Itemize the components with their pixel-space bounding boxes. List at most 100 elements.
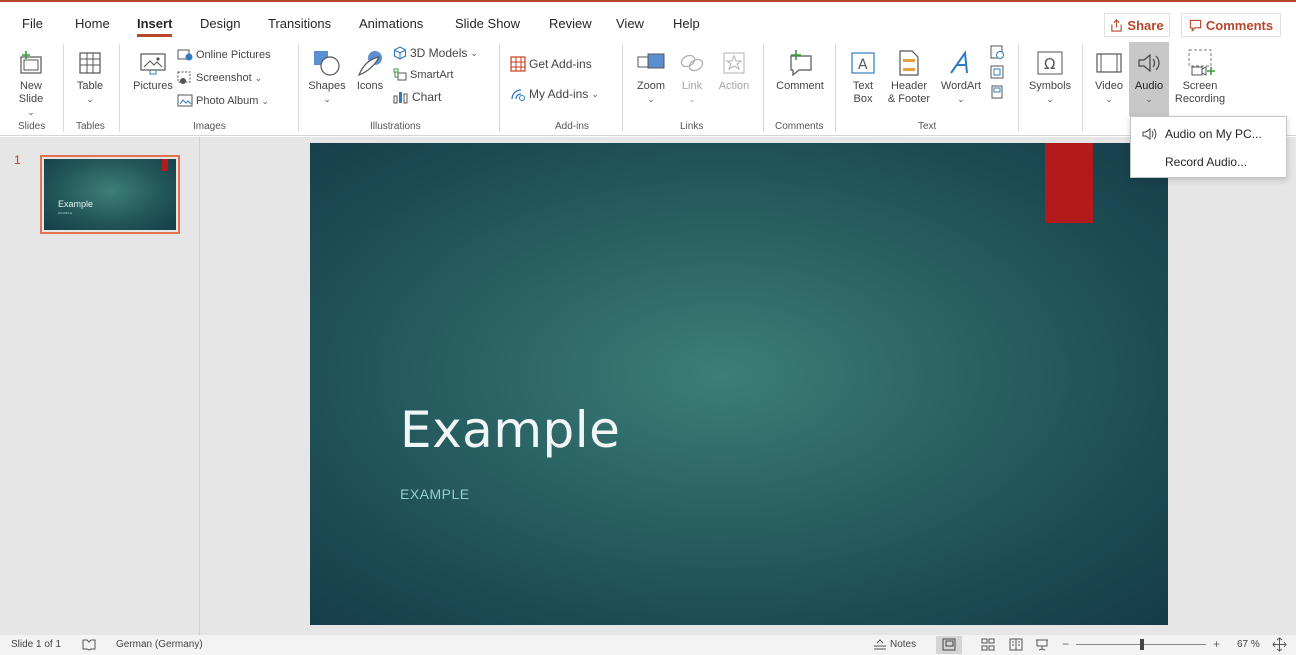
zoom-slider-thumb[interactable] (1140, 639, 1144, 650)
smartart-label: SmartArt (410, 68, 454, 81)
link-label: Link (681, 80, 703, 92)
new-slide-button[interactable]: New Slide ⌄ (14, 46, 48, 119)
chart-button[interactable]: Chart (393, 90, 441, 104)
my-addins-label: My Add-ins (529, 87, 589, 101)
thumbnail-number: 1 (14, 153, 21, 167)
audio-on-my-pc-item[interactable]: Audio on My PC... (1131, 121, 1286, 147)
slide-sorter-icon[interactable] (981, 638, 995, 651)
screen-recording-label: Screen (1182, 80, 1218, 92)
ribbon: New Slide ⌄ Slides Table ⌄ Tables Pictur… (0, 40, 1296, 136)
tab-view[interactable]: View (616, 16, 644, 31)
language-indicator[interactable]: German (Germany) (116, 639, 203, 650)
pictures-button[interactable]: Pictures (130, 46, 176, 93)
slide-subtitle[interactable]: EXAMPLE (400, 486, 470, 502)
store-icon (510, 56, 526, 72)
share-icon (1111, 18, 1123, 32)
online-pictures-label: Online Pictures (196, 49, 271, 61)
speaker-icon (1142, 128, 1157, 140)
icons-icon (357, 51, 382, 77)
chevron-down-icon: ⌄ (688, 94, 696, 104)
screenshot-icon (177, 71, 191, 84)
svg-text:Ω: Ω (1044, 55, 1055, 73)
zoom-label: Zoom (636, 80, 666, 92)
comments-label: Comments (1205, 17, 1274, 33)
zoom-percentage[interactable]: 67 % (1237, 639, 1260, 650)
symbols-button[interactable]: Ω Symbols ⌄ (1025, 46, 1075, 106)
group-divider (63, 44, 64, 132)
screen-recording-button[interactable]: Screen Recording (1172, 46, 1228, 106)
tab-insert[interactable]: Insert (137, 16, 173, 37)
normal-view-button[interactable] (936, 636, 962, 654)
header-footer-button[interactable]: Header & Footer (884, 46, 934, 106)
audio-on-my-pc-label: Audio on My PC... (1165, 127, 1262, 141)
shapes-button[interactable]: Shapes ⌄ (307, 46, 347, 106)
3d-models-button[interactable]: 3D Models ⌄ (393, 46, 478, 60)
screen-recording-icon (1188, 49, 1215, 76)
slide-thumbnail[interactable]: Example EXAMPLE (40, 155, 180, 234)
tab-review[interactable]: Review (549, 16, 592, 31)
tab-slide-show[interactable]: Slide Show (455, 16, 520, 31)
action-label: Action (718, 80, 750, 92)
tab-file[interactable]: File (22, 16, 43, 31)
photo-album-button[interactable]: Photo Album ⌄ (177, 94, 269, 108)
wordart-button[interactable]: WordArt ⌄ (938, 46, 984, 106)
smartart-icon (393, 68, 407, 81)
slideshow-view-icon[interactable] (1035, 638, 1049, 651)
group-divider (1082, 44, 1083, 132)
link-button[interactable]: Link ⌄ (677, 46, 707, 106)
my-addins-button[interactable]: My Add-ins ⌄ (510, 87, 599, 101)
chevron-down-icon: ⌄ (86, 94, 94, 104)
tab-help[interactable]: Help (673, 16, 700, 31)
group-addins-label: Add-ins (555, 121, 589, 132)
table-button[interactable]: Table ⌄ (75, 46, 105, 106)
get-addins-button[interactable]: Get Add-ins (510, 56, 592, 72)
audio-button[interactable]: Audio ⌄ (1130, 46, 1168, 106)
tab-home[interactable]: Home (75, 16, 110, 31)
comments-button[interactable]: Comments (1181, 13, 1281, 37)
screen-recording-label-2: Recording (1174, 93, 1226, 105)
group-images-label: Images (193, 121, 226, 132)
new-slide-label-2: Slide ⌄ (18, 93, 44, 117)
video-label: Video (1095, 80, 1123, 92)
group-divider (835, 44, 836, 132)
slide-canvas[interactable]: Example EXAMPLE (310, 143, 1168, 625)
screenshot-button[interactable]: Screenshot ⌄ (177, 71, 262, 85)
icons-button[interactable]: Icons (353, 46, 387, 93)
photo-album-icon (177, 94, 193, 107)
fit-to-window-icon[interactable] (1272, 637, 1287, 652)
share-button[interactable]: Share (1104, 13, 1170, 37)
text-box-button[interactable]: A Text Box (848, 46, 878, 106)
text-small-buttons (989, 44, 1005, 100)
notes-icon (874, 639, 886, 650)
record-audio-item[interactable]: Record Audio... (1131, 149, 1286, 175)
reading-view-icon[interactable] (1009, 638, 1023, 651)
audio-label: Audio (1134, 80, 1164, 92)
object-icon[interactable] (989, 84, 1005, 100)
chevron-down-icon: ⌄ (323, 94, 331, 104)
slide-number-icon[interactable] (989, 64, 1005, 80)
chevron-down-icon: ⌄ (261, 95, 269, 106)
notes-button[interactable]: Notes (873, 638, 916, 650)
zoom-in-button[interactable]: + (1213, 637, 1220, 651)
slide-title[interactable]: Example (400, 401, 620, 459)
tab-transitions[interactable]: Transitions (268, 16, 331, 31)
accessibility-icon[interactable] (82, 638, 96, 651)
video-icon (1096, 53, 1122, 73)
slide-counter: Slide 1 of 1 (11, 639, 62, 650)
chevron-down-icon: ⌄ (1145, 94, 1153, 104)
chevron-down-icon: ⌄ (254, 72, 263, 83)
comment-button[interactable]: Comment (772, 46, 828, 93)
online-pictures-button[interactable]: Online Pictures (177, 48, 271, 62)
header-footer-icon (899, 50, 919, 76)
tab-animations[interactable]: Animations (359, 16, 423, 31)
video-button[interactable]: Video ⌄ (1091, 46, 1127, 106)
smartart-button[interactable]: SmartArt (393, 68, 453, 81)
zoom-button[interactable]: Zoom ⌄ (633, 46, 669, 106)
group-illustrations-label: Illustrations (370, 121, 421, 132)
tab-design[interactable]: Design (200, 16, 240, 31)
action-button[interactable]: Action (714, 46, 754, 93)
zoom-out-button[interactable]: − (1062, 637, 1069, 651)
date-time-icon[interactable] (989, 44, 1005, 60)
zoom-icon (637, 53, 665, 69)
chevron-down-icon: ⌄ (591, 88, 599, 99)
